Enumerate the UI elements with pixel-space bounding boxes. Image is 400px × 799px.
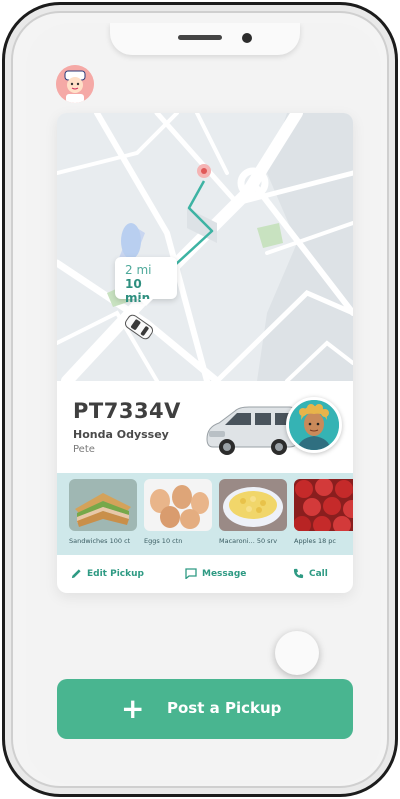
eta-distance: 2 mi <box>125 263 152 277</box>
map-view[interactable]: 2 mi 10 min <box>57 113 353 381</box>
item-card[interactable]: Sandwiches 100 ct <box>69 479 139 545</box>
message-label: Message <box>202 568 247 579</box>
phone-frame: 2 mi 10 min PT7334V Honda Odyssey Pete S… <box>2 2 398 797</box>
message-button[interactable]: Message <box>185 568 246 579</box>
home-button[interactable] <box>275 631 319 675</box>
pickup-card: 2 mi 10 min PT7334V Honda Odyssey Pete S… <box>57 113 353 593</box>
item-label: Apples 18 pc <box>294 537 336 545</box>
eta-time: 10 min <box>125 277 151 305</box>
license-plate: PT7334V <box>73 399 181 423</box>
item-label: Sandwiches 100 ct <box>69 537 131 545</box>
item-card[interactable]: Macaroni... 50 srv <box>219 479 289 545</box>
post-pickup-button[interactable]: + Post a Pickup <box>57 679 353 739</box>
speaker <box>178 35 222 40</box>
edit-pickup-label: Edit Pickup <box>87 568 144 579</box>
pencil-icon <box>71 568 82 579</box>
driver-avatar[interactable] <box>286 397 342 453</box>
item-card[interactable]: Apples 18 pc <box>294 479 353 545</box>
item-label: Eggs 10 ctn <box>144 537 183 545</box>
items-strip[interactable]: Sandwiches 100 ct Eggs 10 ctn Macaroni..… <box>57 473 353 555</box>
edit-pickup-button[interactable]: Edit Pickup <box>71 568 144 579</box>
chat-icon <box>185 568 197 579</box>
eggs-image <box>144 479 212 531</box>
plus-icon: + <box>121 692 145 725</box>
call-label: Call <box>309 568 328 579</box>
driver-name: Pete <box>73 444 95 455</box>
macaroni-image <box>219 479 287 531</box>
vehicle-model: Honda Odyssey <box>73 428 169 441</box>
eta-tooltip: 2 mi 10 min <box>115 257 177 306</box>
post-pickup-label: Post a Pickup <box>167 699 282 717</box>
call-button[interactable]: Call <box>293 568 328 579</box>
action-bar: Edit Pickup Message Call <box>57 555 353 593</box>
apples-image <box>294 479 353 531</box>
phone-icon <box>293 568 304 579</box>
item-label: Macaroni... 50 srv <box>219 537 278 545</box>
app-screen: 2 mi 10 min PT7334V Honda Odyssey Pete S… <box>26 23 381 784</box>
item-card[interactable]: Eggs 10 ctn <box>144 479 214 545</box>
camera <box>242 33 252 43</box>
sandwich-image <box>69 479 137 531</box>
user-avatar[interactable] <box>56 65 94 103</box>
notch <box>110 23 300 55</box>
